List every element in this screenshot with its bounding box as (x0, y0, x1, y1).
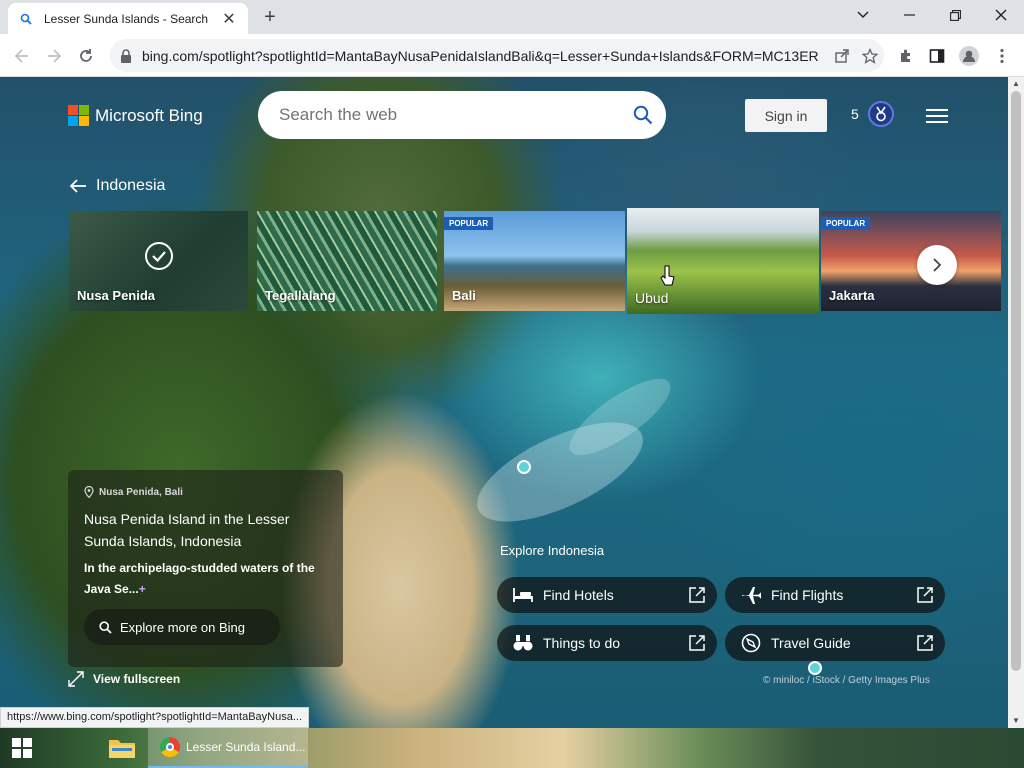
card-label: Jakarta (829, 288, 875, 303)
card-label: Ubud (635, 290, 669, 306)
share-icon[interactable] (828, 42, 856, 70)
external-link-icon (677, 586, 717, 604)
restore-button[interactable] (932, 0, 978, 30)
card-label: Nusa Penida (77, 288, 156, 303)
kebab-menu-icon[interactable] (988, 42, 1016, 70)
back-arrow-icon (69, 179, 86, 193)
carousel-card-ubud[interactable]: Ubud (627, 208, 819, 314)
carousel-card-tegallalang[interactable]: Tegallalang (257, 211, 437, 311)
hamburger-menu-icon[interactable] (926, 109, 948, 123)
scroll-down-arrow-icon[interactable]: ▼ (1008, 714, 1024, 728)
spotlight-page: Microsoft Bing Search the web Sign in 5 … (0, 77, 1008, 728)
image-credit: © miniloc / iStock / Getty Images Plus (763, 675, 930, 686)
close-tab-icon[interactable]: ✕ (220, 9, 238, 29)
forward-arrow-icon[interactable] (40, 42, 68, 70)
address-bar[interactable]: bing.com/spotlight?spotlightId=MantaBayN… (110, 39, 884, 72)
external-link-icon (905, 586, 945, 604)
carousel-card-nusa-penida[interactable]: Nusa Penida (69, 211, 248, 311)
expand-icon (68, 671, 84, 687)
rewards-medal-icon (867, 101, 894, 127)
link-status-bar: https://www.bing.com/spotlight?spotlight… (0, 707, 310, 728)
microsoft-logo-icon (68, 105, 89, 126)
extensions-puzzle-icon[interactable] (892, 42, 920, 70)
side-panel-icon[interactable] (923, 42, 951, 70)
chrome-icon (160, 737, 180, 757)
image-title: Nusa Penida Island in the Lesser Sunda I… (84, 511, 290, 549)
location-pin-icon (84, 486, 94, 498)
explore-more-label: Explore more on Bing (120, 619, 246, 635)
taskbar-window-label: Lesser Sunda Island... (186, 740, 306, 754)
logo-text: Microsoft Bing (95, 105, 203, 125)
travel-guide-label: Travel Guide (771, 635, 851, 651)
external-link-icon (677, 634, 717, 652)
binoculars-icon (511, 634, 535, 652)
explore-more-button[interactable]: Explore more on Bing (84, 609, 280, 645)
view-fullscreen-button[interactable]: View fullscreen (68, 671, 180, 687)
search-input[interactable]: Search the web (279, 105, 620, 125)
carousel-card-jakarta[interactable]: POPULAR Jakarta (821, 211, 1001, 311)
location-line: Nusa Penida, Bali (84, 486, 327, 498)
file-explorer-icon[interactable] (108, 736, 136, 760)
mouse-cursor-icon (660, 265, 675, 286)
image-description: In the archipelago-studded waters of the… (84, 558, 327, 600)
find-hotels-button[interactable]: Find Hotels (497, 577, 717, 613)
selected-check-icon (145, 242, 173, 270)
popular-badge: POPULAR (821, 217, 871, 230)
browser-tab[interactable]: Lesser Sunda Islands - Search ✕ (8, 3, 248, 34)
bed-icon (511, 587, 535, 603)
travel-guide-button[interactable]: Travel Guide (725, 625, 945, 661)
image-hotspot[interactable] (517, 460, 531, 474)
browser-toolbar: bing.com/spotlight?spotlightId=MantaBayN… (0, 34, 1024, 77)
search-box[interactable]: Search the web (258, 91, 666, 139)
image-hotspot[interactable] (808, 661, 822, 675)
search-favicon-icon (18, 11, 34, 27)
card-label: Bali (452, 288, 476, 303)
find-flights-button[interactable]: Find Flights (725, 577, 945, 613)
url-text: bing.com/spotlight?spotlightId=MantaBayN… (142, 47, 819, 64)
card-label: Tegallalang (265, 288, 336, 303)
back-to-indonesia[interactable]: Indonesia (69, 177, 165, 195)
new-tab-button[interactable]: + (258, 6, 282, 30)
back-label: Indonesia (96, 177, 166, 194)
page-scrollbar[interactable]: ▲ ▼ (1008, 77, 1024, 728)
sign-in-button[interactable]: Sign in (745, 99, 827, 132)
tab-search-chevron-icon[interactable] (840, 0, 886, 30)
description-text: In the archipelago-studded waters of the… (84, 561, 315, 596)
scroll-up-arrow-icon[interactable]: ▲ (1008, 77, 1024, 91)
airplane-icon (739, 585, 763, 605)
compass-icon (739, 633, 763, 653)
bookmark-star-icon[interactable] (856, 42, 884, 70)
tab-strip: Lesser Sunda Islands - Search ✕ + (0, 0, 1024, 34)
search-icon (99, 620, 112, 634)
carousel-card-bali[interactable]: POPULAR Bali (444, 211, 625, 311)
close-window-button[interactable] (978, 0, 1024, 30)
location-text: Nusa Penida, Bali (99, 486, 183, 498)
search-icon[interactable] (620, 105, 666, 125)
things-to-do-button[interactable]: Things to do (497, 625, 717, 661)
profile-avatar-icon[interactable] (955, 42, 983, 70)
tab-title: Lesser Sunda Islands - Search (44, 11, 209, 26)
windows-taskbar: Lesser Sunda Island... (0, 728, 1024, 768)
windows-start-icon[interactable] (12, 738, 32, 758)
find-flights-label: Find Flights (771, 587, 844, 603)
bing-logo[interactable]: Microsoft Bing (68, 105, 203, 126)
carousel-next-button[interactable] (917, 245, 957, 285)
reload-icon[interactable] (72, 42, 100, 70)
minimize-button[interactable] (886, 0, 932, 30)
chevron-right-icon (933, 258, 942, 272)
rewards-button[interactable]: 5 (851, 101, 894, 127)
lock-icon (120, 48, 134, 63)
back-arrow-icon[interactable] (8, 42, 36, 70)
rewards-count: 5 (851, 106, 859, 122)
explore-title: Explore Indonesia (500, 543, 605, 558)
scrollbar-thumb[interactable] (1011, 91, 1021, 671)
things-to-do-label: Things to do (543, 635, 621, 651)
popular-badge: POPULAR (444, 217, 494, 230)
taskbar-chrome-window[interactable]: Lesser Sunda Island... (148, 728, 308, 768)
find-hotels-label: Find Hotels (543, 587, 614, 603)
expand-plus-icon[interactable]: + (139, 582, 146, 596)
external-link-icon (905, 634, 945, 652)
view-fullscreen-label: View fullscreen (93, 672, 181, 686)
